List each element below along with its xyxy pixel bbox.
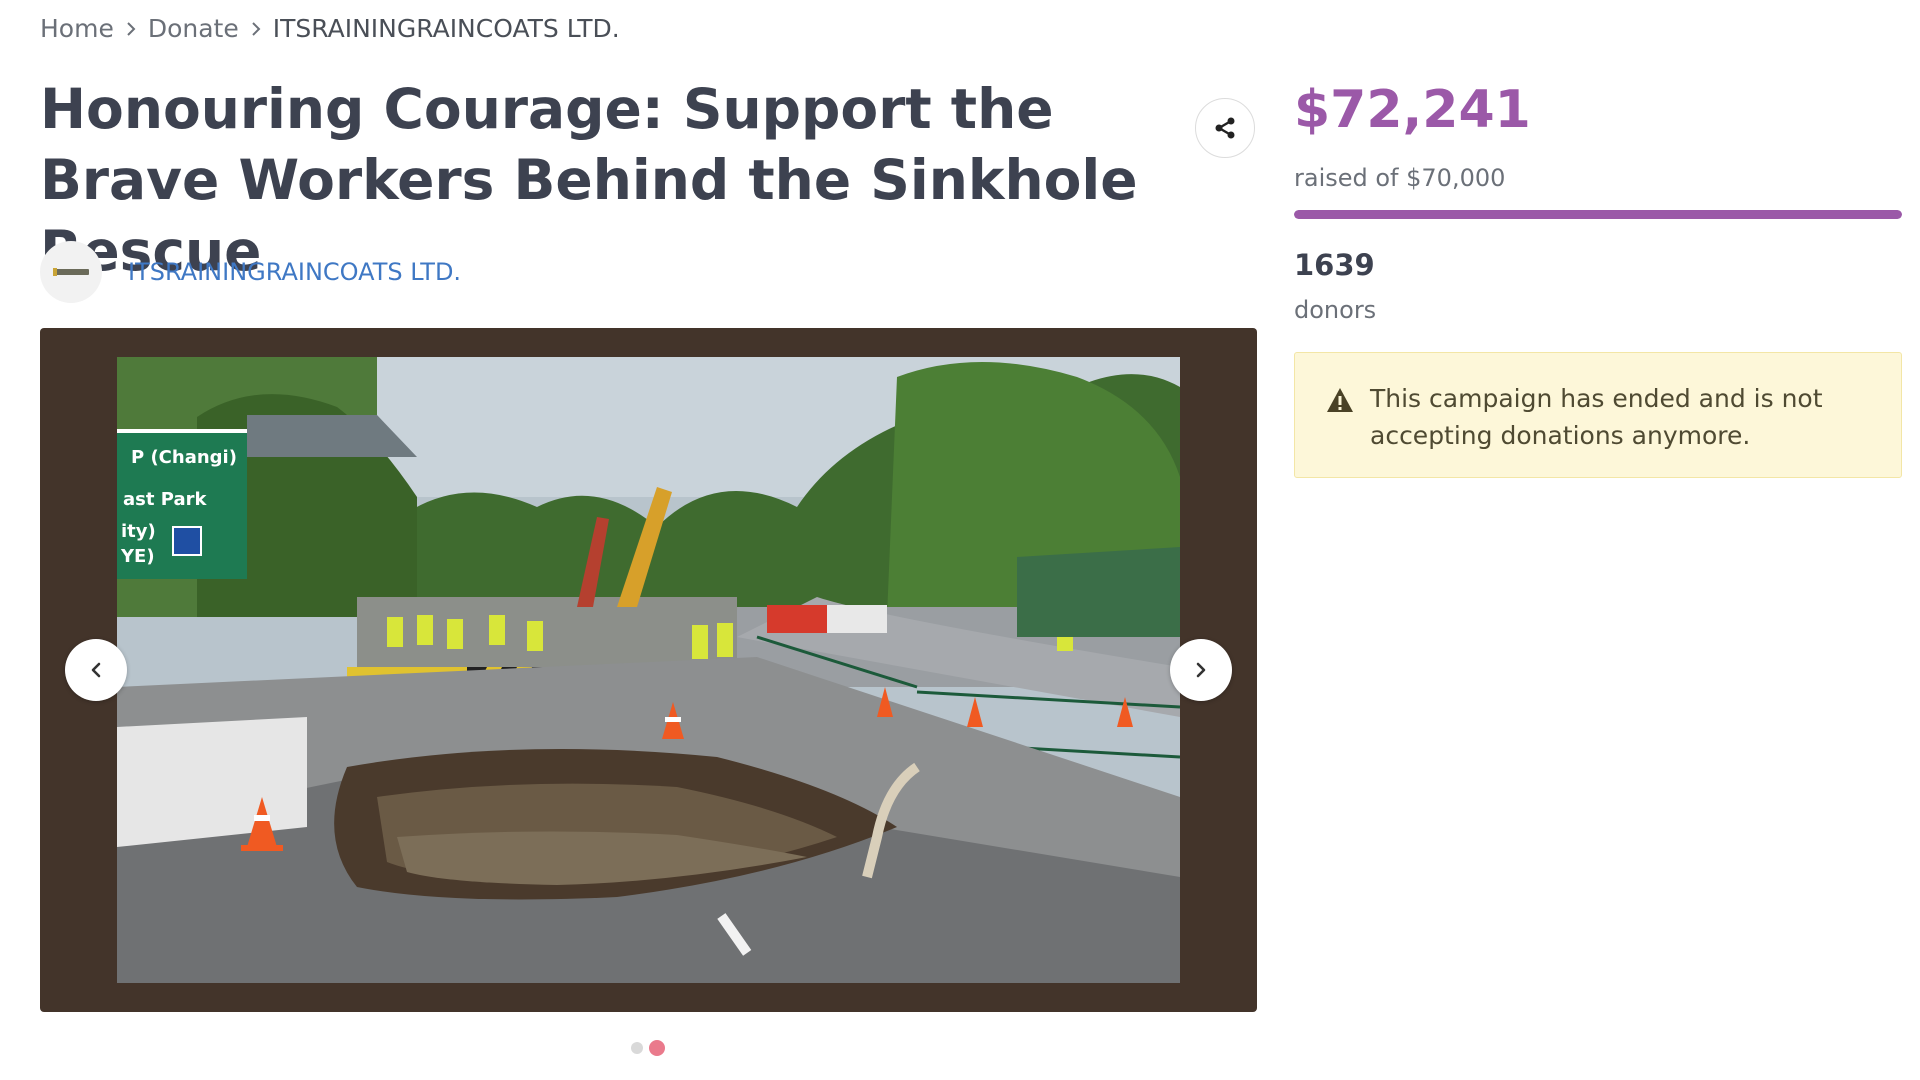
campaign-photo: P (Changi) ast Park ity) YE): [117, 357, 1180, 983]
share-icon: [1215, 117, 1235, 139]
notice-text: This campaign has ended and is not accep…: [1370, 384, 1823, 450]
carousel-next-button[interactable]: [1170, 639, 1232, 701]
carousel-prev-button[interactable]: [65, 639, 127, 701]
chevron-left-icon: [91, 662, 101, 678]
organizer: ITSRAININGRAINCOATS LTD.: [40, 241, 461, 303]
goal-text: raised of $70,000: [1294, 164, 1506, 192]
breadcrumb-current: ITSRAININGRAINCOATS LTD.: [272, 14, 620, 43]
breadcrumb-home[interactable]: Home: [40, 14, 114, 43]
carousel-dot-1[interactable]: [631, 1042, 643, 1054]
svg-text:YE): YE): [120, 546, 155, 567]
chevron-right-icon: [114, 19, 148, 39]
chevron-right-icon: [239, 19, 273, 39]
breadcrumb-donate[interactable]: Donate: [148, 14, 239, 43]
donor-label: donors: [1294, 296, 1377, 324]
organizer-logo[interactable]: [40, 241, 102, 303]
campaign-page: Home Donate ITSRAININGRAINCOATS LTD. Hon…: [0, 0, 1920, 1080]
campaign-ended-notice: This campaign has ended and is not accep…: [1294, 352, 1902, 478]
breadcrumb: Home Donate ITSRAININGRAINCOATS LTD.: [40, 14, 620, 43]
amount-raised: $72,241: [1294, 80, 1531, 140]
image-carousel: P (Changi) ast Park ity) YE): [40, 328, 1257, 1012]
funding-progress-bar: [1294, 210, 1902, 219]
funding-progress-fill: [1294, 210, 1902, 219]
carousel-dots: [631, 1040, 665, 1056]
warning-icon: [1327, 388, 1353, 412]
chevron-right-icon: [1196, 662, 1206, 678]
donor-count: 1639: [1294, 248, 1375, 282]
svg-text:ast Park: ast Park: [123, 489, 207, 510]
carousel-dot-2[interactable]: [649, 1040, 665, 1056]
share-button[interactable]: [1195, 98, 1255, 158]
svg-text:P (Changi): P (Changi): [131, 447, 237, 468]
organizer-link[interactable]: ITSRAININGRAINCOATS LTD.: [128, 258, 461, 286]
svg-text:ity): ity): [121, 521, 156, 542]
